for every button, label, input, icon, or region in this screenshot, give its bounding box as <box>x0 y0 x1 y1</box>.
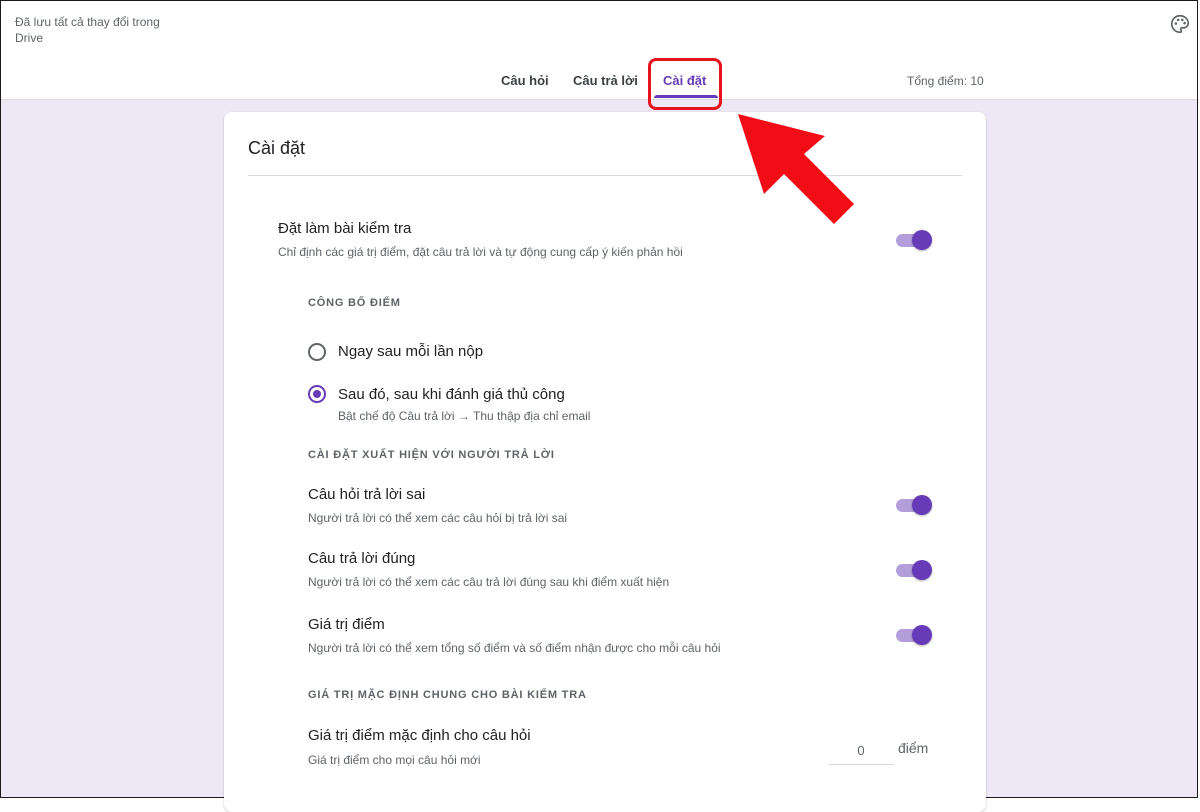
saved-status: Đã lưu tất cả thay đổi trong Drive <box>15 15 160 45</box>
palette-icon[interactable] <box>1169 13 1191 35</box>
tab-questions[interactable]: Câu hỏi <box>501 73 549 88</box>
quiz-setting-title: Đặt làm bài kiểm tra <box>278 220 412 237</box>
top-bar: Đã lưu tất cả thay đổi trong Drive Câu h… <box>1 1 1197 100</box>
respondent-section: CÀI ĐẶT XUẤT HIỆN VỚI NGƯỜI TRẢ LỜI <box>308 449 555 461</box>
toggle-knob <box>912 625 932 645</box>
correct-answers-description: Người trả lời có thể xem các câu trả lời… <box>308 575 670 589</box>
point-values-title: Giá trị điểm <box>308 616 385 633</box>
missed-questions-title: Câu hỏi trả lời sai <box>308 486 426 503</box>
release-immediate-label[interactable]: Ngay sau mỗi lần nộp <box>338 343 483 360</box>
release-immediate-radio[interactable] <box>308 343 326 361</box>
missed-questions-description: Người trả lời có thể xem các câu hỏi bị … <box>308 511 568 525</box>
pointer-arrow-icon <box>738 114 854 224</box>
default-points-title: Giá trị điểm mặc định cho câu hỏi <box>308 727 531 744</box>
correct-answers-toggle[interactable] <box>894 559 932 581</box>
release-later-label[interactable]: Sau đó, sau khi đánh giá thủ công <box>338 386 565 403</box>
point-values-toggle[interactable] <box>894 624 932 646</box>
point-values-description: Người trả lời có thể xem tổng số điểm và… <box>308 641 721 655</box>
toggle-knob <box>912 560 932 580</box>
defaults-section: GIÁ TRỊ MẶC ĐỊNH CHUNG CHO BÀI KIỂM TRA <box>308 689 587 701</box>
points-unit: điểm <box>898 740 929 756</box>
total-points: Tổng điểm: 10 <box>907 74 984 88</box>
settings-title: Cài đặt <box>248 138 306 158</box>
tab-highlight-box <box>648 58 722 110</box>
tab-responses[interactable]: Câu trả lời <box>573 73 638 88</box>
correct-answers-title: Câu trả lời đúng <box>308 550 416 567</box>
missed-questions-toggle[interactable] <box>894 494 932 516</box>
default-points-description: Giá trị điểm cho mọi câu hỏi mới <box>308 753 481 767</box>
settings-card: Cài đặt Đặt làm bài kiểm tra Chỉ định cá… <box>224 112 986 812</box>
release-later-radio[interactable] <box>308 385 326 403</box>
quiz-setting-description: Chỉ định các giá trị điểm, đặt câu trả l… <box>278 245 683 259</box>
quiz-toggle[interactable] <box>894 229 932 251</box>
default-points-input[interactable] <box>828 736 894 765</box>
release-later-note: Bật chế độ Câu trả lời → Thu thập địa ch… <box>338 409 591 423</box>
tab-bar: Câu hỏi Câu trả lời Cài đặt <box>1 73 1197 101</box>
toggle-knob <box>912 230 932 250</box>
release-grade-section: CÔNG BỐ ĐIỂM <box>308 297 401 309</box>
toggle-knob <box>912 495 932 515</box>
